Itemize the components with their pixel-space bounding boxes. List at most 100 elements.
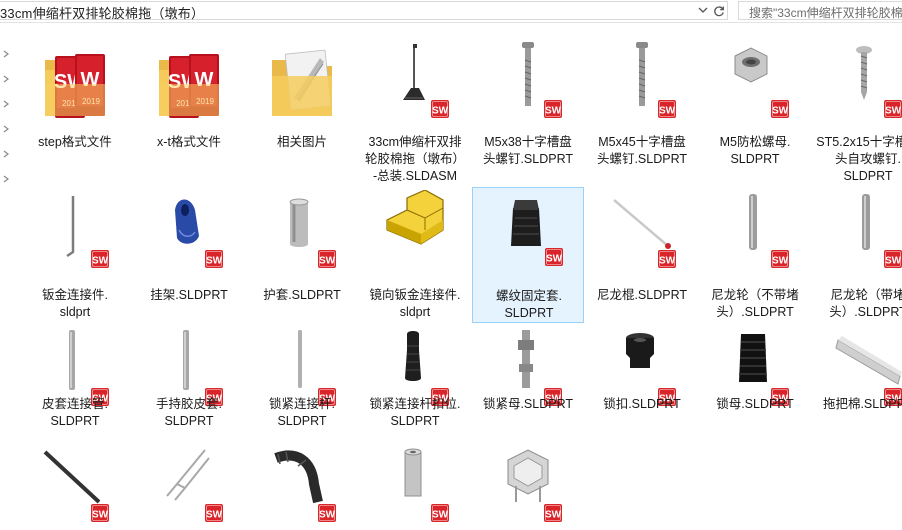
file-item[interactable]: SW 挂架.SLDPRT	[133, 190, 245, 324]
svg-text:SW: SW	[772, 256, 789, 267]
file-name: M5x38十字槽盘 头螺钉.SLDPRT	[472, 134, 584, 168]
file-name-line: 相关图片	[276, 135, 327, 149]
solidworks-badge-icon: SW	[91, 250, 109, 268]
file-name-line: sldprt	[59, 305, 91, 319]
solidworks-badge-icon: SW	[91, 504, 109, 522]
svg-text:SW: SW	[206, 510, 223, 521]
file-name: 锁扣.SLDPRT	[586, 396, 698, 413]
file-name: 护套.SLDPRT	[246, 287, 358, 304]
file-name-line: SLDPRT	[50, 414, 100, 428]
file-item[interactable]: SW 锁母.SLDPRT	[699, 328, 811, 440]
file-name-line: M5防松螺母.	[719, 135, 791, 149]
file-item[interactable]: SW	[133, 444, 245, 530]
svg-text:SW: SW	[92, 256, 109, 267]
file-item[interactable]: SW ST5.2x15十字槽盘头自攻螺钉. SLDPRT	[812, 40, 902, 190]
file-name-line: SLDPRT	[843, 169, 893, 183]
file-name-line: 锁紧连接杆扣位.	[369, 397, 461, 411]
file-item[interactable]: SW 螺纹固定套. SLDPRT	[472, 187, 584, 323]
file-item[interactable]: 相关图片	[246, 40, 358, 190]
threaded-sleeve-icon: SW	[495, 188, 563, 268]
file-name-line: -总装.SLDASM	[372, 169, 458, 183]
solidworks-badge-icon: SW	[771, 100, 789, 118]
file-name: 尼龙棍.SLDPRT	[586, 287, 698, 304]
solidworks-badge-icon: SW	[658, 250, 676, 268]
file-item[interactable]: SW拖把棉.SLDPRT	[812, 328, 902, 440]
file-name-line: 皮套连接管.	[42, 397, 108, 411]
solidworks-badge-icon: SW	[545, 248, 563, 266]
file-item[interactable]: SW 护套.SLDPRT	[246, 190, 358, 324]
file-item[interactable]: SW 锁扣.SLDPRT	[586, 328, 698, 440]
generic-part-icon	[381, 190, 449, 270]
file-name-line: SLDPRT	[164, 414, 214, 428]
file-item[interactable]: SW	[472, 444, 584, 530]
svg-text:SW: SW	[545, 510, 562, 521]
file-name: 手持胶皮套. SLDPRT	[133, 396, 245, 430]
nut-icon: SW	[721, 40, 789, 120]
file-name: 相关图片	[246, 134, 358, 151]
file-name-line: sldprt	[399, 305, 431, 319]
file-name: 挂架.SLDPRT	[133, 287, 245, 304]
assembly-icon: SW	[381, 40, 449, 120]
file-name: ST5.2x15十字槽盘头自攻螺钉. SLDPRT	[812, 134, 902, 185]
file-item[interactable]: SW 锁紧连接杆. SLDPRT	[246, 328, 358, 440]
file-name-line: SLDPRT	[504, 306, 554, 320]
file-grid: SW2019W2019 step格式文件 SW2019W2019 x-t格式文件 相关图…	[0, 0, 902, 530]
svg-text:SW: SW	[772, 106, 789, 117]
file-name-line: 头）.SLDPRT	[716, 305, 794, 319]
solidworks-badge-icon: SW	[431, 504, 449, 522]
file-name: 镜向钣金连接件. sldprt	[359, 287, 471, 321]
file-item[interactable]: SW 尼龙轮（不带堵 头）.SLDPRT	[699, 190, 811, 324]
file-item[interactable]: SW2019W2019 step格式文件	[19, 40, 131, 190]
solidworks-badge-icon: SW	[205, 250, 223, 268]
svg-text:SW: SW	[432, 510, 449, 521]
solidworks-badge-icon: SW	[431, 100, 449, 118]
file-item[interactable]: SW 锁紧母.SLDPRT	[472, 328, 584, 440]
svg-text:SW: SW	[319, 256, 336, 267]
file-item[interactable]: SW	[19, 444, 131, 530]
solidworks-badge-icon: SW	[658, 100, 676, 118]
file-item[interactable]: SW 尼龙棍.SLDPRT	[586, 190, 698, 324]
file-item[interactable]: SW	[246, 444, 358, 530]
file-item[interactable]: SW M5防松螺母. SLDPRT	[699, 40, 811, 190]
file-name: x-t格式文件	[133, 134, 245, 151]
file-item[interactable]: SW2019W2019 x-t格式文件	[133, 40, 245, 190]
file-name-line: 尼龙轮（不带堵	[711, 288, 799, 302]
solidworks-badge-icon: SW	[544, 100, 562, 118]
file-name-line: 尼龙轮（带堵	[830, 288, 902, 302]
svg-text:SW: SW	[545, 106, 562, 117]
svg-text:SW: SW	[432, 106, 449, 117]
screw-icon: SW	[608, 40, 676, 120]
roller-part-icon: SW	[834, 190, 902, 270]
file-name-line: 33cm伸缩杆双排	[368, 135, 462, 149]
file-name: 锁紧连接杆. SLDPRT	[246, 396, 358, 430]
file-item[interactable]: SW 锁紧连接杆扣位. SLDPRT	[359, 328, 471, 440]
file-name: 尼龙轮（带堵 头）.SLDPRT	[812, 287, 902, 321]
file-name-line: step格式文件	[38, 135, 112, 149]
file-item[interactable]: SW M5x45十字槽盘 头螺钉.SLDPRT	[586, 40, 698, 190]
file-item[interactable]: SW 钣金连接件. sldprt	[19, 190, 131, 324]
bent-tube-part-icon: SW	[268, 444, 336, 524]
sleeve-part-icon: SW	[268, 190, 336, 270]
file-item[interactable]: SW 手持胶皮套. SLDPRT	[133, 328, 245, 440]
file-item[interactable]: SW M5x38十字槽盘 头螺钉.SLDPRT	[472, 40, 584, 190]
folder-sw-icon: SW2019W2019	[155, 40, 223, 120]
nylon-rod-icon: SW	[608, 190, 676, 270]
file-item[interactable]: SW	[359, 444, 471, 530]
file-name-line: 锁紧连接杆.	[269, 397, 335, 411]
file-name-line: 护套.SLDPRT	[263, 288, 341, 302]
file-name: 33cm伸缩杆双排 轮胶棉拖（墩布） -总装.SLDASM	[359, 134, 471, 185]
file-name-line: 锁扣.SLDPRT	[603, 397, 681, 411]
file-name-line: 镜向钣金连接件.	[369, 288, 461, 302]
file-name-line: SLDPRT	[277, 414, 327, 428]
svg-text:SW: SW	[659, 106, 676, 117]
file-name-line: 头）.SLDPRT	[829, 305, 902, 319]
solidworks-badge-icon: SW	[205, 504, 223, 522]
file-item[interactable]: SW 尼龙轮（带堵 头）.SLDPRT	[812, 190, 902, 324]
solidworks-badge-icon: SW	[318, 504, 336, 522]
file-name: 锁紧连接杆扣位. SLDPRT	[359, 396, 471, 430]
file-item[interactable]: 镜向钣金连接件. sldprt	[359, 190, 471, 324]
file-item[interactable]: SW 皮套连接管. SLDPRT	[19, 328, 131, 440]
file-name-line: x-t格式文件	[157, 135, 221, 149]
file-item[interactable]: SW 33cm伸缩杆双排 轮胶棉拖（墩布） -总装.SLDASM	[359, 40, 471, 190]
svg-text:SW: SW	[319, 510, 336, 521]
